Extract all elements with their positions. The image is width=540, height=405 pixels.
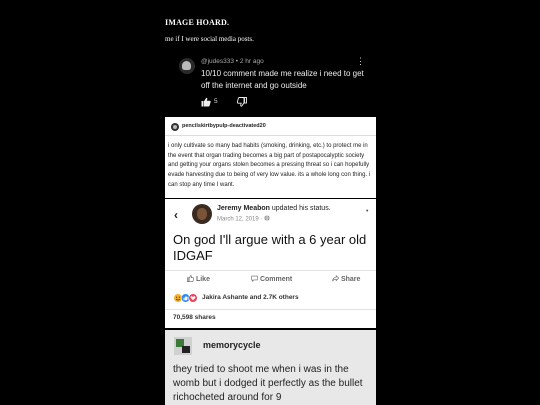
memorycycle-post-body: they tried to shoot me when i was in the… <box>173 364 363 403</box>
reactions-summary[interactable]: Jakira Ashante and 2.7K others <box>202 294 299 301</box>
comment-label: Comment <box>259 276 293 283</box>
blog-caption: me if I were social media posts. <box>165 35 254 43</box>
memorycycle-avatar[interactable] <box>174 337 192 355</box>
facebook-avatar[interactable] <box>192 204 212 224</box>
post-divider <box>165 135 376 136</box>
globe-icon <box>264 215 270 221</box>
thumbs-up-icon[interactable] <box>201 97 211 107</box>
reaction-icons[interactable] <box>173 293 203 303</box>
comment-time: 2 hr ago <box>239 58 264 65</box>
blog-title[interactable]: IMAGE HOARD. <box>165 18 229 27</box>
comment-icon <box>251 275 258 283</box>
share-label: Share <box>340 276 361 283</box>
comment-button[interactable]: Comment <box>251 275 292 283</box>
memorycycle-post-card: memorycycle they tried to shoot me when … <box>165 330 376 405</box>
comment-text: 10/10 comment made me realize i need to … <box>201 69 364 90</box>
like-label: Like <box>195 276 210 283</box>
like-count: 5 <box>214 98 218 105</box>
comment-meta: @judes333 • 2 hr ago <box>201 58 264 65</box>
tumblr-avatar[interactable] <box>171 123 179 131</box>
facebook-author-name[interactable]: Jeremy Meabon <box>217 205 270 212</box>
share-icon <box>332 274 340 282</box>
comment-separator: • <box>235 58 239 65</box>
like-button[interactable]: Like <box>187 275 210 283</box>
facebook-action-bar: Like Comment Share <box>165 270 376 287</box>
back-chevron-icon[interactable]: ‹ <box>174 208 178 222</box>
facebook-author-line: Jeremy Meabon updated his status. <box>217 205 331 212</box>
tumblr-username[interactable]: pencilskirtbypulp-deactivated20 <box>182 123 266 129</box>
memorycycle-username[interactable]: memorycycle <box>203 340 261 350</box>
like-icon <box>187 275 195 282</box>
facebook-status-text: On god I'll argue with a 6 year old IDGA… <box>173 232 367 263</box>
facebook-date-text[interactable]: March 12, 2019 · <box>217 217 262 223</box>
facebook-author-action: updated his status. <box>271 205 331 212</box>
commenter-avatar[interactable] <box>179 58 195 74</box>
share-button[interactable]: Share <box>332 274 361 283</box>
more-options-icon[interactable]: ⋮ <box>356 57 365 66</box>
youtube-comment-card: @judes333 • 2 hr ago ⋮ 10/10 comment mad… <box>165 52 376 114</box>
more-options-dots-icon[interactable]: • <box>366 208 368 215</box>
facebook-post-card: ‹ Jeremy Meabon updated his status. Marc… <box>165 199 376 328</box>
facebook-post-date: March 12, 2019 · <box>217 215 270 223</box>
tumblr-post-card: pencilskirtbypulp-deactivated20 i only c… <box>165 117 376 198</box>
comment-username[interactable]: @judes333 <box>201 58 234 65</box>
shares-count[interactable]: 70,598 shares <box>173 314 216 321</box>
tumblr-post-body: i only cultivate so many bad habits (smo… <box>168 143 371 188</box>
shares-divider <box>165 309 376 310</box>
thumbs-down-icon[interactable] <box>237 97 247 107</box>
